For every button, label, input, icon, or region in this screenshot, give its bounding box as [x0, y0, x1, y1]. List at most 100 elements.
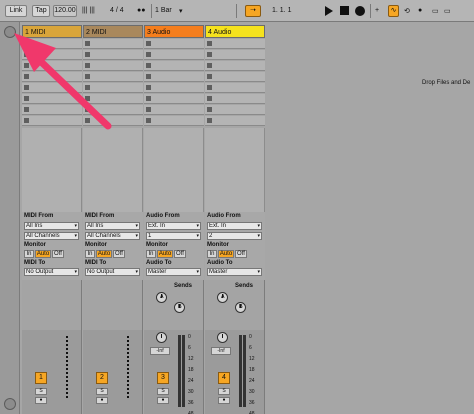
clip-slot[interactable]: [22, 50, 82, 60]
automation-arm-icon[interactable]: ∿: [388, 5, 399, 17]
clip-stop-icon[interactable]: [85, 63, 90, 68]
quantize-select[interactable]: 1 Bar: [155, 7, 172, 14]
input-type-select[interactable]: Ext. In ▾: [146, 222, 201, 230]
clip-slot[interactable]: [205, 61, 265, 71]
clip-slot[interactable]: [205, 39, 265, 49]
track-activator-button[interactable]: 4: [218, 372, 230, 384]
quantize-chevron-icon[interactable]: ▾: [179, 7, 183, 15]
clip-stop-icon[interactable]: [146, 52, 151, 57]
clip-slot-area[interactable]: [144, 128, 204, 212]
clip-stop-icon[interactable]: [85, 52, 90, 57]
monitor-in-button[interactable]: In: [24, 250, 34, 258]
clip-stop-icon[interactable]: [207, 74, 212, 79]
output-type-select[interactable]: No Output ▾: [85, 268, 140, 276]
clip-stop-icon[interactable]: [146, 41, 151, 46]
record-icon[interactable]: [355, 6, 365, 16]
volume-readout[interactable]: -Inf: [211, 347, 231, 355]
clip-slot[interactable]: [22, 105, 82, 115]
input-type-select[interactable]: All Ins ▾: [85, 222, 140, 230]
solo-button[interactable]: S: [218, 388, 230, 395]
clip-stop-icon[interactable]: [24, 118, 29, 123]
clip-slot[interactable]: [83, 83, 143, 93]
clip-stop-icon[interactable]: [146, 85, 151, 90]
clip-stop-icon[interactable]: [207, 118, 212, 123]
solo-button[interactable]: S: [157, 388, 169, 395]
play-icon[interactable]: [325, 6, 333, 16]
clip-slot[interactable]: [22, 83, 82, 93]
clip-slot[interactable]: [205, 105, 265, 115]
clip-stop-icon[interactable]: [207, 52, 212, 57]
clip-slot[interactable]: [83, 72, 143, 82]
overdub-icon[interactable]: +: [375, 7, 379, 14]
output-type-select[interactable]: Master ▾: [146, 268, 201, 276]
clip-slot[interactable]: [205, 72, 265, 82]
clip-stop-icon[interactable]: [24, 52, 29, 57]
arm-button[interactable]: ●: [157, 397, 169, 404]
monitor-in-button[interactable]: In: [146, 250, 156, 258]
track-header[interactable]: 1 MIDI: [22, 25, 82, 38]
input-channel-select[interactable]: All Channels ▾: [85, 232, 140, 240]
clip-slot[interactable]: [205, 50, 265, 60]
stop-icon[interactable]: [340, 6, 349, 15]
pan-knob[interactable]: [217, 332, 228, 343]
clip-slot[interactable]: [144, 116, 204, 126]
re-enable-automation-icon[interactable]: ⟲: [404, 7, 410, 15]
monitor-off-button[interactable]: Off: [235, 250, 247, 258]
clip-stop-icon[interactable]: [24, 107, 29, 112]
clip-slot[interactable]: [205, 83, 265, 93]
clip-slot[interactable]: [205, 116, 265, 126]
clip-stop-icon[interactable]: [24, 96, 29, 101]
clip-stop-icon[interactable]: [85, 107, 90, 112]
clip-stop-icon[interactable]: [85, 85, 90, 90]
clip-stop-icon[interactable]: [207, 85, 212, 90]
clip-slot[interactable]: [22, 61, 82, 71]
clip-slot[interactable]: [144, 39, 204, 49]
output-type-select[interactable]: Master ▾: [207, 268, 262, 276]
monitor-off-button[interactable]: Off: [113, 250, 125, 258]
clip-slot[interactable]: [205, 94, 265, 104]
arrangement-position[interactable]: 1. 1. 1: [272, 7, 291, 14]
clip-stop-icon[interactable]: [24, 74, 29, 79]
clip-stop-icon[interactable]: [146, 96, 151, 101]
solo-button[interactable]: S: [35, 388, 47, 395]
clip-slot-area[interactable]: [22, 128, 82, 212]
monitor-auto-button[interactable]: Auto: [35, 250, 51, 258]
metronome-icon[interactable]: ●●: [137, 7, 145, 14]
track-header[interactable]: 2 MIDI: [83, 25, 143, 38]
clip-stop-icon[interactable]: [207, 107, 212, 112]
loop-icon[interactable]: ▭: [444, 7, 451, 15]
monitor-off-button[interactable]: Off: [52, 250, 64, 258]
output-type-select[interactable]: No Output ▾: [24, 268, 79, 276]
monitor-auto-button[interactable]: Auto: [218, 250, 234, 258]
clip-slot-area[interactable]: [83, 128, 143, 212]
arm-button[interactable]: ●: [35, 397, 47, 404]
time-signature[interactable]: 4 / 4: [110, 7, 124, 14]
clip-stop-icon[interactable]: [207, 63, 212, 68]
monitor-in-button[interactable]: In: [85, 250, 95, 258]
monitor-auto-button[interactable]: Auto: [96, 250, 112, 258]
clip-slot[interactable]: [144, 50, 204, 60]
track-header[interactable]: 4 Audio: [205, 25, 265, 38]
input-channel-select[interactable]: All Channels ▾: [24, 232, 79, 240]
track-activator-button[interactable]: 2: [96, 372, 108, 384]
clip-stop-icon[interactable]: [146, 118, 151, 123]
clip-stop-icon[interactable]: [85, 41, 90, 46]
clip-slot-area[interactable]: [205, 128, 265, 212]
clip-slot[interactable]: [22, 39, 82, 49]
input-type-select[interactable]: Ext. In ▾: [207, 222, 262, 230]
clip-slot[interactable]: [144, 61, 204, 71]
clip-slot[interactable]: [144, 105, 204, 115]
clip-slot[interactable]: [83, 50, 143, 60]
tap-button[interactable]: Tap: [32, 5, 50, 17]
clip-stop-icon[interactable]: [24, 63, 29, 68]
input-channel-select[interactable]: 1 ▾: [146, 232, 201, 240]
clip-slot[interactable]: [144, 72, 204, 82]
clip-slot[interactable]: [83, 39, 143, 49]
clip-stop-icon[interactable]: [146, 74, 151, 79]
arm-button[interactable]: ●: [218, 397, 230, 404]
tempo-nudge-icon[interactable]: ||| |||: [82, 7, 95, 14]
clip-slot[interactable]: [83, 105, 143, 115]
clip-stop-icon[interactable]: [24, 85, 29, 90]
arm-button[interactable]: ●: [96, 397, 108, 404]
tempo-field[interactable]: 120.00: [53, 5, 77, 17]
